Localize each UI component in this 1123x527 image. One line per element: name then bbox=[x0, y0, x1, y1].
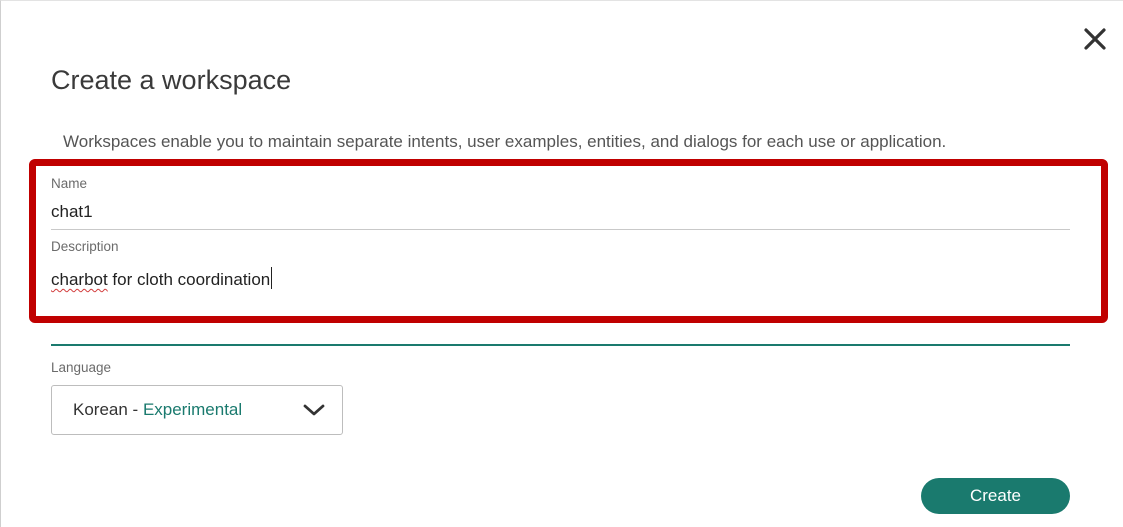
name-input-underline bbox=[51, 229, 1070, 230]
name-input[interactable]: chat1 bbox=[51, 202, 93, 222]
create-button[interactable]: Create bbox=[921, 478, 1070, 514]
name-label: Name bbox=[51, 176, 88, 191]
language-select[interactable]: Korean - Experimental bbox=[51, 385, 343, 435]
dialog-description: Workspaces enable you to maintain separa… bbox=[63, 132, 947, 151]
misspelled-word: charbot bbox=[51, 270, 108, 289]
language-label: Language bbox=[51, 360, 112, 375]
description-input-underline bbox=[51, 344, 1070, 346]
close-icon bbox=[1084, 28, 1106, 50]
create-workspace-dialog: Create a workspace Workspaces enable you… bbox=[0, 0, 1123, 527]
description-label: Description bbox=[51, 239, 119, 254]
highlight-box bbox=[29, 159, 1108, 323]
close-button[interactable] bbox=[1079, 23, 1111, 55]
dialog-title: Create a workspace bbox=[51, 65, 292, 95]
description-input[interactable]: charbot for cloth coordination bbox=[51, 267, 273, 290]
language-selected-value: Korean - Experimental bbox=[73, 400, 243, 419]
description-text: for cloth coordination bbox=[107, 270, 271, 289]
text-cursor bbox=[271, 267, 273, 289]
chevron-down-icon bbox=[303, 404, 325, 416]
